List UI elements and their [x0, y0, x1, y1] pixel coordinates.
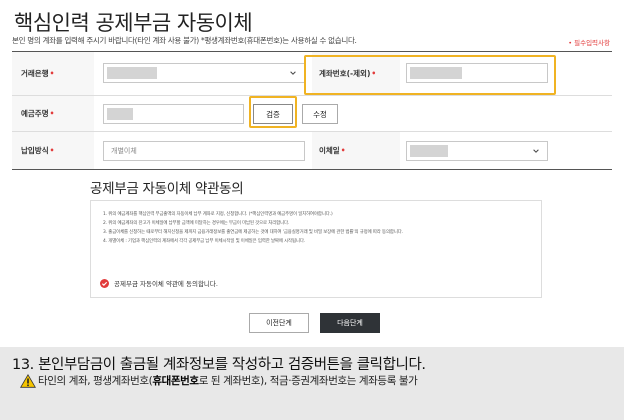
terms-line: 2. 위의 예금계좌의 잔고가 이체일에 납부할 금액에 미달하는 경우에는 부…	[103, 221, 290, 226]
required-mark: •	[340, 146, 346, 155]
form-row-holder: 예금주명 • 검증 수정	[12, 96, 612, 132]
terms-line: 3. 출금이체를 신청하는 때로부터 해지신청을 제까지 금융거래정보를 출연금…	[103, 230, 404, 235]
chevron-down-icon	[533, 149, 539, 153]
warning-icon	[20, 373, 36, 388]
edit-button[interactable]: 수정	[302, 104, 338, 124]
account-highlight-box	[304, 55, 556, 95]
form-row-payment: 납입방식 • 개별이체 이체일 •	[12, 132, 612, 170]
caption-warning: 타인의 계좌, 평생계좌번호(휴대폰번호 로 된 계좌번호), 적금·증권계좌번호…	[20, 373, 418, 388]
check-circle-icon	[100, 278, 109, 288]
transfer-day-select[interactable]	[406, 141, 548, 161]
page-subtitle: 본인 명의 계좌를 입력해 주시기 바랍니다(타인 계좌 사용 불가) *평생계…	[12, 36, 357, 45]
prev-step-button[interactable]: 이전단계	[249, 313, 309, 333]
caption-main: 13. 본인부담금이 출금될 계좌정보를 작성하고 검증버튼을 클릭합니다.	[12, 357, 426, 373]
bank-select[interactable]	[103, 63, 305, 83]
instruction-caption: 13. 본인부담금이 출금될 계좌정보를 작성하고 검증버튼을 클릭합니다. 타…	[0, 347, 624, 420]
agree-label: 공제부금 자동이체 약관에 동의합니다.	[114, 280, 218, 288]
bank-select-value	[107, 67, 157, 79]
transfer-day-label: 이체일 •	[312, 132, 400, 169]
caption-warning-bold: 휴대폰번호	[152, 375, 199, 387]
agree-checkbox[interactable]: 공제부금 자동이체 약관에 동의합니다.	[100, 278, 218, 288]
bank-label: 거래은행 •	[12, 52, 94, 95]
transfer-day-value	[410, 145, 448, 157]
chevron-down-icon	[290, 71, 296, 75]
payment-method-label: 납입방식 •	[12, 132, 94, 169]
required-mark: •	[49, 69, 55, 78]
required-note: • 필수입력사항	[568, 39, 610, 47]
terms-title: 공제부금 자동이체 약관동의	[90, 181, 244, 197]
page-title: 핵심인력 공제부금 자동이체	[14, 11, 253, 35]
caption-warning-suffix: 로 된 계좌번호), 적금·증권계좌번호는 계좌등록 불가	[198, 375, 418, 387]
verify-highlight-box	[249, 96, 297, 128]
required-mark: •	[49, 146, 55, 155]
required-mark: •	[49, 109, 55, 118]
terms-line: 1. 위의 예금계좌를 핵심인력 부금출액의 자동이체 납부 계좌로 지정, 신…	[103, 212, 333, 217]
terms-line: 4. 개별이체 : 기업과 핵심인력의 계좌에서 각각 공제부금 납부 이체시작…	[103, 239, 306, 244]
payment-method-field: 개별이체	[103, 141, 305, 161]
holder-name-value	[107, 108, 133, 120]
next-step-button[interactable]: 다음단계	[320, 313, 380, 333]
holder-label: 예금주명 •	[12, 96, 94, 131]
holder-name-input[interactable]	[103, 104, 244, 124]
caption-warning-prefix: 타인의 계좌, 평생계좌번호(	[38, 375, 153, 387]
